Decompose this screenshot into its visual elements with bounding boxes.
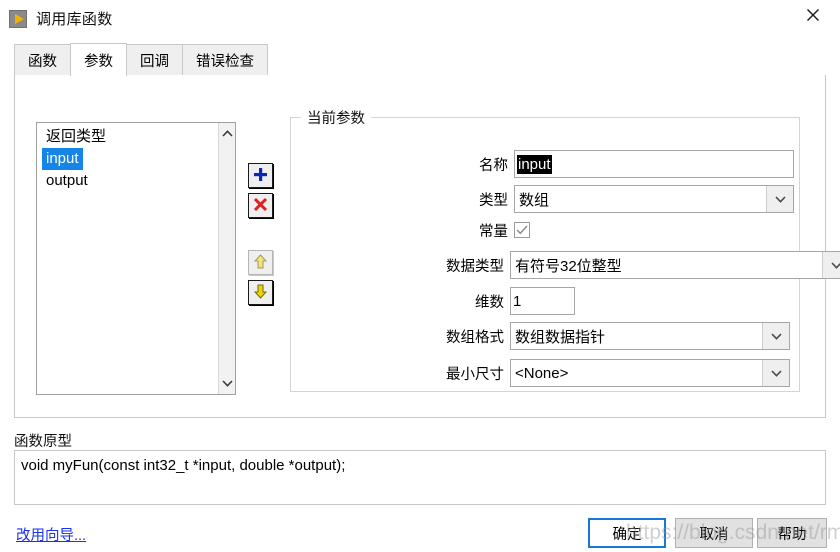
chevron-down-icon[interactable] xyxy=(766,186,793,212)
tab-label: 回调 xyxy=(140,53,169,70)
ok-button[interactable]: 确定 xyxy=(588,518,666,548)
type-select-value: 数组 xyxy=(519,191,550,209)
check-icon xyxy=(516,225,528,235)
type-label: 类型 xyxy=(479,192,508,209)
list-item-return-type[interactable]: 返回类型 xyxy=(42,126,110,148)
tab-label: 函数 xyxy=(28,53,57,70)
prototype-text: void myFun(const int32_t *input, double … xyxy=(14,450,826,505)
add-parameter-button[interactable] xyxy=(248,163,273,188)
parameter-list-items: 返回类型 input output xyxy=(37,123,218,394)
data-type-select-value: 有符号32位整型 xyxy=(515,257,622,275)
minimum-size-select-value: <None> xyxy=(515,364,569,382)
labview-run-arrow-icon xyxy=(9,9,27,28)
move-parameter-up-button[interactable] xyxy=(248,250,273,275)
tab-label: 错误检查 xyxy=(196,53,254,70)
tab-functions[interactable]: 函数 xyxy=(14,44,71,75)
window-title: 调用库函数 xyxy=(36,11,113,28)
list-item: 返回类型 xyxy=(42,126,218,148)
title-bar: 调用库函数 xyxy=(0,0,840,37)
dimensions-field-row: 维数 1 xyxy=(440,287,575,315)
tab-bar: 函数 参数 回调 错误检查 xyxy=(14,43,826,76)
move-parameter-down-button[interactable] xyxy=(248,280,273,305)
tab-label: 参数 xyxy=(84,53,113,70)
arrow-up-icon xyxy=(253,253,268,272)
use-wizard-link[interactable]: 改用向导... xyxy=(16,524,86,545)
name-input-value: input xyxy=(517,154,552,174)
constant-label: 常量 xyxy=(479,223,508,240)
list-scrollbar[interactable] xyxy=(218,123,235,394)
help-button[interactable]: 帮助 xyxy=(757,518,827,548)
name-field-row: 名称 input xyxy=(460,150,794,178)
cancel-button-label: 取消 xyxy=(699,526,729,543)
constant-checkbox[interactable] xyxy=(514,222,530,238)
close-x-icon xyxy=(253,197,268,215)
tab-parameters[interactable]: 参数 xyxy=(70,43,127,76)
list-item-output[interactable]: output xyxy=(42,170,92,192)
scroll-up-icon[interactable] xyxy=(219,125,235,142)
list-item: input xyxy=(42,148,218,170)
plus-icon xyxy=(253,167,268,185)
type-field-row: 类型 数组 xyxy=(460,185,794,213)
dimensions-input[interactable]: 1 xyxy=(510,287,575,315)
prototype-label: 函数原型 xyxy=(14,434,72,450)
current-parameter-group-title: 当前参数 xyxy=(301,107,371,128)
arrow-down-icon xyxy=(253,284,268,302)
array-format-select-value: 数组数据指针 xyxy=(515,328,606,346)
list-item: output xyxy=(42,170,218,192)
list-item-input[interactable]: input xyxy=(42,148,83,170)
array-format-select[interactable]: 数组数据指针 xyxy=(510,322,790,350)
data-type-label: 数据类型 xyxy=(446,258,504,275)
parameter-listbox[interactable]: 返回类型 input output xyxy=(36,122,236,395)
data-type-select[interactable]: 有符号32位整型 xyxy=(510,251,840,279)
array-format-label: 数组格式 xyxy=(446,329,504,346)
chevron-down-icon[interactable] xyxy=(762,323,789,349)
dimensions-label: 维数 xyxy=(475,294,504,311)
name-label: 名称 xyxy=(479,157,508,174)
delete-parameter-button[interactable] xyxy=(248,193,273,218)
name-input[interactable]: input xyxy=(514,150,794,178)
tab-callbacks[interactable]: 回调 xyxy=(126,44,183,75)
help-button-label: 帮助 xyxy=(777,526,807,543)
minimum-size-select[interactable]: <None> xyxy=(510,359,790,387)
data-type-field-row: 数据类型 有符号32位整型 xyxy=(400,251,840,279)
type-select[interactable]: 数组 xyxy=(514,185,794,213)
minimum-size-label: 最小尺寸 xyxy=(446,366,504,383)
chevron-down-icon[interactable] xyxy=(762,360,789,386)
tab-error-check[interactable]: 错误检查 xyxy=(182,44,268,75)
ok-button-label: 确定 xyxy=(612,526,642,543)
close-icon[interactable] xyxy=(796,0,830,30)
array-format-field-row: 数组格式 数组数据指针 xyxy=(440,322,790,350)
minimum-size-field-row: 最小尺寸 <None> xyxy=(440,359,790,387)
chevron-down-icon[interactable] xyxy=(822,252,840,278)
constant-field-row: 常量 xyxy=(460,219,530,241)
scroll-down-icon[interactable] xyxy=(219,375,235,392)
dimensions-input-value: 1 xyxy=(513,292,522,310)
cancel-button[interactable]: 取消 xyxy=(675,518,753,548)
